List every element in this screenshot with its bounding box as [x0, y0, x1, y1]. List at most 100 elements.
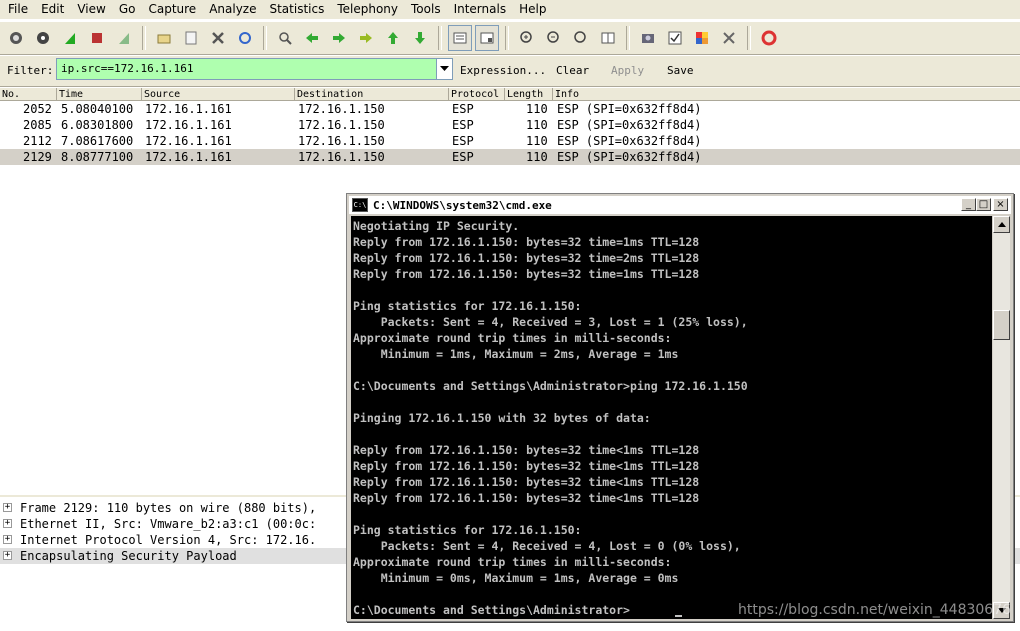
- packet-no: 2129: [23, 150, 52, 164]
- autoscroll-icon[interactable]: [475, 25, 499, 51]
- console-line: Reply from 172.16.1.150: bytes=32 time=1…: [353, 267, 700, 281]
- menu-go[interactable]: Go: [111, 0, 141, 19]
- text-cursor: [675, 615, 682, 617]
- go-forward-icon[interactable]: [327, 25, 351, 51]
- capture-filters-icon[interactable]: [636, 25, 660, 51]
- menu-telephony[interactable]: Telephony: [329, 0, 403, 19]
- main-toolbar: [0, 21, 1020, 55]
- menu-statistics[interactable]: Statistics: [261, 0, 329, 19]
- column-header-protocol[interactable]: Protocol: [449, 88, 505, 101]
- menu-internals[interactable]: Internals: [446, 0, 512, 19]
- clear-button[interactable]: Clear: [556, 64, 589, 77]
- cmd-console[interactable]: Negotiating IP Security. Reply from 172.…: [351, 216, 992, 619]
- expression-button[interactable]: Expression...: [460, 64, 546, 77]
- expand-icon[interactable]: +: [3, 535, 12, 544]
- display-filter-input[interactable]: ip.src==172.16.1.161: [56, 58, 440, 80]
- display-filters-icon[interactable]: [663, 25, 687, 51]
- save-button[interactable]: Save: [667, 64, 694, 77]
- minimize-button[interactable]: _: [961, 198, 976, 211]
- packet-row-selected[interactable]: 2129 8.08777100 172.16.1.161 172.16.1.15…: [0, 149, 1020, 165]
- menu-view[interactable]: View: [69, 0, 110, 19]
- chevron-down-icon: [440, 66, 449, 71]
- menu-capture[interactable]: Capture: [140, 0, 201, 19]
- packet-protocol: ESP: [452, 102, 474, 116]
- console-line: C:\Documents and Settings\Administrator>…: [353, 379, 748, 393]
- zoom-out-icon[interactable]: [542, 25, 566, 51]
- column-header-time[interactable]: Time: [57, 88, 142, 101]
- menu-bar: File Edit View Go Capture Analyze Statis…: [0, 0, 1020, 19]
- expand-icon[interactable]: +: [3, 503, 12, 512]
- packet-time: 8.08777100: [61, 150, 134, 164]
- go-back-icon[interactable]: [300, 25, 324, 51]
- packet-destination: 172.16.1.150: [298, 118, 385, 132]
- expand-icon[interactable]: +: [3, 551, 12, 560]
- packet-time: 7.08617600: [61, 134, 134, 148]
- packet-destination: 172.16.1.150: [298, 134, 385, 148]
- packet-time: 5.08040100: [61, 102, 134, 116]
- menu-tools[interactable]: Tools: [403, 0, 446, 19]
- packet-info: ESP (SPI=0x632ff8d4): [557, 102, 702, 116]
- menu-help[interactable]: Help: [511, 0, 551, 19]
- column-header-info[interactable]: Info: [553, 88, 1020, 101]
- menu-file[interactable]: File: [0, 0, 33, 19]
- console-line: Pinging 172.16.1.150 with 32 bytes of da…: [353, 411, 651, 425]
- packet-destination: 172.16.1.150: [298, 102, 385, 116]
- go-last-icon[interactable]: [408, 25, 432, 51]
- column-header-no[interactable]: No.: [0, 88, 57, 101]
- console-line: Approximate round trip times in milli-se…: [353, 555, 672, 569]
- console-line: Ping statistics for 172.16.1.150:: [353, 523, 582, 537]
- toolbar-separator: [142, 26, 146, 50]
- packet-row[interactable]: 2052 5.08040100 172.16.1.161 172.16.1.15…: [0, 101, 1020, 117]
- find-packet-icon[interactable]: [273, 25, 297, 51]
- save-file-icon[interactable]: [179, 25, 203, 51]
- restart-capture-icon[interactable]: [112, 25, 136, 51]
- console-line: Reply from 172.16.1.150: bytes=32 time=1…: [353, 235, 700, 249]
- maximize-button[interactable]: □: [976, 198, 991, 211]
- menu-analyze[interactable]: Analyze: [201, 0, 261, 19]
- normal-size-icon[interactable]: [569, 25, 593, 51]
- packet-row[interactable]: 2112 7.08617600 172.16.1.161 172.16.1.15…: [0, 133, 1020, 149]
- preferences-icon[interactable]: [717, 25, 741, 51]
- packet-length: 110: [526, 134, 548, 148]
- filter-dropdown-button[interactable]: [436, 58, 453, 80]
- capture-options-icon[interactable]: [31, 25, 55, 51]
- go-first-icon[interactable]: [381, 25, 405, 51]
- packet-source: 172.16.1.161: [145, 102, 232, 116]
- arrow-up-icon: [997, 222, 1006, 227]
- scroll-up-button[interactable]: [993, 216, 1010, 233]
- cmd-window[interactable]: C:\ C:\WINDOWS\system32\cmd.exe _ □ × Ne…: [346, 193, 1014, 622]
- console-line: Ping statistics for 172.16.1.150:: [353, 299, 582, 313]
- start-capture-icon[interactable]: [58, 25, 82, 51]
- column-header-source[interactable]: Source: [142, 88, 295, 101]
- cmd-titlebar[interactable]: C:\ C:\WINDOWS\system32\cmd.exe _ □ ×: [349, 196, 1011, 214]
- help-icon[interactable]: [757, 25, 781, 51]
- column-header-length[interactable]: Length: [505, 88, 553, 101]
- resize-columns-icon[interactable]: [596, 25, 620, 51]
- column-header-destination[interactable]: Destination: [295, 88, 449, 101]
- zoom-in-icon[interactable]: [515, 25, 539, 51]
- packet-row[interactable]: 2085 6.08301800 172.16.1.161 172.16.1.15…: [0, 117, 1020, 133]
- packet-destination: 172.16.1.150: [298, 150, 385, 164]
- scrollbar-thumb[interactable]: [993, 310, 1010, 340]
- console-line: Reply from 172.16.1.150: bytes=32 time<1…: [353, 459, 700, 473]
- console-line: Approximate round trip times in milli-se…: [353, 331, 672, 345]
- apply-button[interactable]: Apply: [611, 64, 644, 77]
- stop-capture-icon[interactable]: [85, 25, 109, 51]
- reload-icon[interactable]: [233, 25, 257, 51]
- cmd-scrollbar[interactable]: [993, 216, 1010, 619]
- packet-list-header: No. Time Source Destination Protocol Len…: [0, 88, 1020, 101]
- cmd-title: C:\WINDOWS\system32\cmd.exe: [373, 198, 552, 212]
- packet-info: ESP (SPI=0x632ff8d4): [557, 150, 702, 164]
- go-to-packet-icon[interactable]: [354, 25, 378, 51]
- packet-no: 2112: [23, 134, 52, 148]
- menu-edit[interactable]: Edit: [33, 0, 69, 19]
- coloring-rules-icon[interactable]: [690, 25, 714, 51]
- toolbar-separator: [438, 26, 442, 50]
- colorize-icon[interactable]: [448, 25, 472, 51]
- expand-icon[interactable]: +: [3, 519, 12, 528]
- console-line: Reply from 172.16.1.150: bytes=32 time=2…: [353, 251, 700, 265]
- interface-list-icon[interactable]: [4, 25, 28, 51]
- open-file-icon[interactable]: [152, 25, 176, 51]
- close-file-icon[interactable]: [206, 25, 230, 51]
- close-button[interactable]: ×: [993, 198, 1008, 211]
